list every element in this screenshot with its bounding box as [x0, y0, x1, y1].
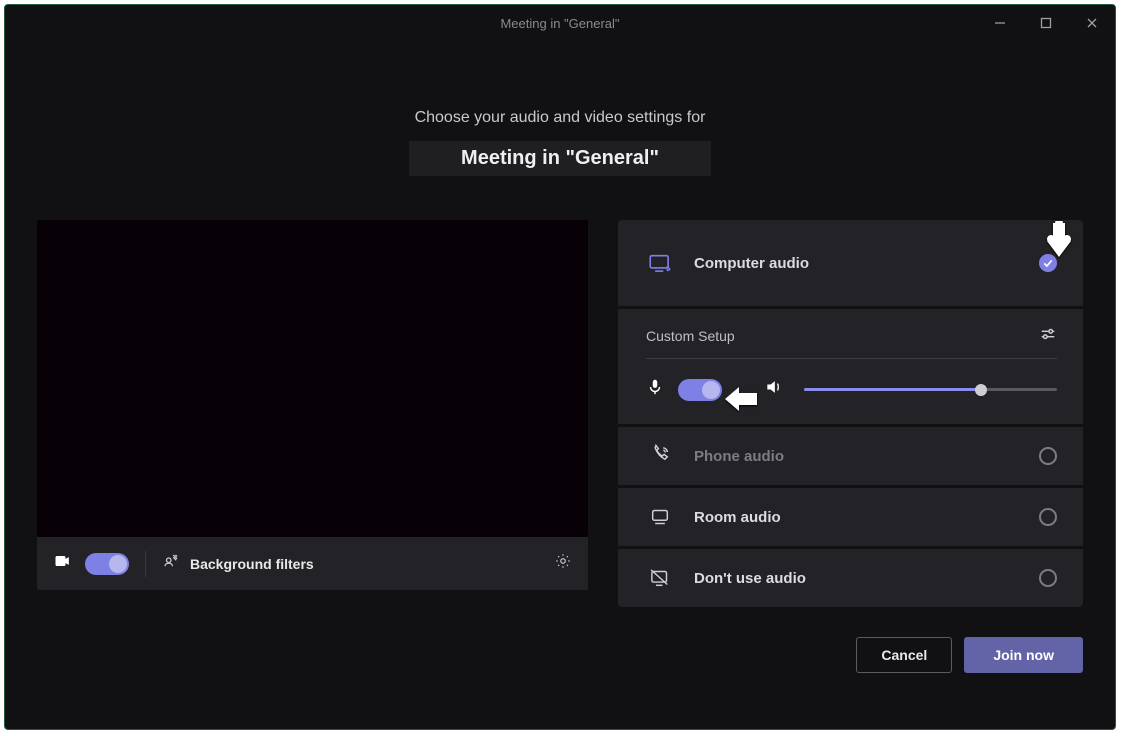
- background-filters-button[interactable]: Background filters: [162, 552, 314, 575]
- camera-icon: [53, 551, 73, 576]
- volume-thumb[interactable]: [975, 384, 987, 396]
- volume-fill: [804, 388, 981, 391]
- sliders-icon: [1039, 325, 1057, 346]
- video-preview-column: Background filters: [37, 220, 588, 607]
- option-label: Computer audio: [694, 255, 809, 272]
- prompt-text: Choose your audio and video settings for: [37, 109, 1083, 127]
- cancel-button[interactable]: Cancel: [856, 637, 952, 673]
- columns: Background filters Computer audio: [37, 220, 1083, 607]
- option-room-audio[interactable]: Room audio: [618, 488, 1083, 546]
- option-radio[interactable]: [1039, 447, 1057, 465]
- title-bar: Meeting in "General": [5, 5, 1115, 41]
- background-filters-label: Background filters: [190, 556, 314, 572]
- video-controls: Background filters: [37, 537, 588, 590]
- minimize-button[interactable]: [977, 5, 1023, 41]
- window-controls: [977, 5, 1115, 41]
- phone-audio-icon: [646, 443, 674, 469]
- maximize-button[interactable]: [1023, 5, 1069, 41]
- heading-block: Choose your audio and video settings for…: [37, 109, 1083, 176]
- pre-join-window: Meeting in "General" Choose your audio a…: [4, 4, 1116, 730]
- window-title: Meeting in "General": [500, 16, 619, 31]
- option-computer-audio[interactable]: Computer audio: [618, 220, 1083, 306]
- audio-options-column: Computer audio Custom Setup: [618, 220, 1083, 607]
- background-filters-icon: [162, 552, 180, 575]
- no-audio-icon: [646, 565, 674, 591]
- mic-toggle[interactable]: [678, 379, 722, 401]
- option-radio[interactable]: [1039, 508, 1057, 526]
- device-settings-button[interactable]: [554, 552, 572, 575]
- custom-setup-header[interactable]: Custom Setup: [646, 323, 1057, 359]
- custom-setup-panel: Custom Setup: [618, 309, 1083, 424]
- option-no-audio[interactable]: Don't use audio: [618, 549, 1083, 607]
- footer-buttons: Cancel Join now: [856, 637, 1083, 673]
- content: Choose your audio and video settings for…: [5, 41, 1115, 607]
- option-phone-audio[interactable]: Phone audio: [618, 427, 1083, 485]
- option-label: Phone audio: [694, 448, 784, 465]
- volume-slider[interactable]: [804, 384, 1057, 396]
- custom-setup-label: Custom Setup: [646, 328, 735, 344]
- computer-audio-icon: [646, 250, 674, 276]
- divider: [145, 551, 146, 577]
- annotation-arrow-left-icon: [723, 385, 759, 418]
- mic-icon: [646, 378, 664, 401]
- close-button[interactable]: [1069, 5, 1115, 41]
- join-now-button[interactable]: Join now: [964, 637, 1083, 673]
- video-preview: [37, 220, 588, 537]
- custom-setup-controls: [646, 377, 1057, 402]
- meeting-name: Meeting in "General": [409, 141, 711, 176]
- option-radio[interactable]: [1039, 569, 1057, 587]
- option-label: Don't use audio: [694, 570, 806, 587]
- annotation-arrow-down-icon: [1045, 221, 1073, 264]
- option-label: Room audio: [694, 509, 781, 526]
- room-audio-icon: [646, 504, 674, 530]
- camera-toggle[interactable]: [85, 553, 129, 575]
